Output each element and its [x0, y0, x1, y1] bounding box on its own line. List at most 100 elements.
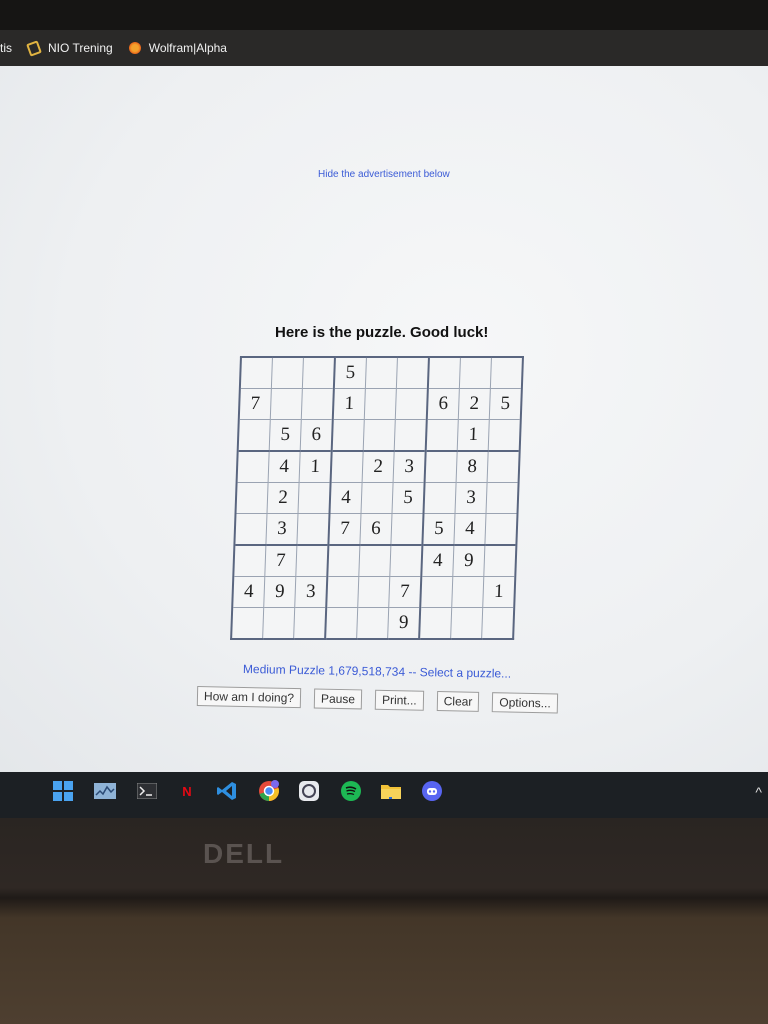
sudoku-cell[interactable]: [357, 576, 390, 608]
app-icon[interactable]: [298, 780, 320, 802]
sudoku-cell[interactable]: [330, 451, 364, 483]
sudoku-cell[interactable]: [490, 357, 523, 389]
sudoku-cell[interactable]: [365, 357, 398, 389]
sudoku-cell[interactable]: 5: [333, 357, 367, 389]
sudoku-cell[interactable]: [296, 513, 330, 545]
sudoku-cell[interactable]: 4: [268, 451, 301, 483]
terminal-icon[interactable]: [136, 780, 158, 802]
sudoku-cell[interactable]: 1: [457, 419, 490, 451]
sudoku-cell[interactable]: [394, 419, 427, 451]
sudoku-cell[interactable]: [239, 357, 273, 389]
pause-button[interactable]: Pause: [313, 688, 363, 710]
sudoku-cell[interactable]: [270, 388, 303, 420]
sudoku-cell[interactable]: [390, 513, 424, 545]
sudoku-cell[interactable]: 4: [232, 576, 265, 608]
sudoku-cell[interactable]: 4: [329, 482, 363, 514]
chrome-icon[interactable]: [258, 780, 280, 802]
sudoku-cell[interactable]: 7: [388, 576, 422, 608]
sudoku-cell[interactable]: 6: [300, 419, 333, 451]
sudoku-cell[interactable]: [326, 576, 359, 608]
sudoku-cell[interactable]: 6: [426, 388, 460, 420]
sudoku-cell[interactable]: [360, 482, 394, 514]
bookmark-truncated[interactable]: tis: [0, 41, 12, 55]
sudoku-cell[interactable]: 9: [387, 607, 421, 639]
sudoku-cell[interactable]: [293, 607, 327, 639]
netflix-icon[interactable]: N: [176, 780, 198, 802]
sudoku-cell[interactable]: [302, 357, 335, 389]
sudoku-cell[interactable]: [325, 607, 358, 639]
vscode-icon[interactable]: [216, 780, 238, 802]
sudoku-cell[interactable]: [297, 482, 331, 514]
sudoku-cell[interactable]: [451, 576, 484, 608]
sudoku-cell[interactable]: [295, 545, 329, 577]
sudoku-cell[interactable]: [485, 482, 519, 514]
bookmark-wolfram-alpha[interactable]: Wolfram|Alpha: [128, 41, 227, 55]
sudoku-cell[interactable]: 6: [359, 513, 392, 545]
chevron-up-icon[interactable]: ^: [755, 784, 762, 800]
sudoku-cell[interactable]: [237, 419, 271, 451]
sudoku-cell[interactable]: [425, 419, 459, 451]
sudoku-cell[interactable]: [450, 607, 483, 639]
sudoku-cell[interactable]: [327, 545, 360, 577]
sudoku-cell[interactable]: 9: [452, 545, 485, 577]
sudoku-cell[interactable]: [396, 357, 429, 389]
sudoku-cell[interactable]: 2: [362, 451, 395, 483]
sudoku-cell[interactable]: [483, 545, 517, 577]
sudoku-cell[interactable]: 5: [391, 482, 425, 514]
sudoku-cell[interactable]: 7: [238, 388, 272, 420]
sudoku-cell[interactable]: [488, 419, 521, 451]
sudoku-cell[interactable]: [331, 419, 365, 451]
sudoku-cell[interactable]: [363, 419, 396, 451]
sudoku-cell[interactable]: [235, 482, 269, 514]
sudoku-cell[interactable]: [236, 451, 270, 483]
clear-button[interactable]: Clear: [436, 691, 480, 712]
sudoku-cell[interactable]: [358, 545, 391, 577]
sudoku-cell[interactable]: [420, 576, 453, 608]
sudoku-cell[interactable]: 2: [458, 388, 491, 420]
sudoku-cell[interactable]: 1: [482, 576, 516, 608]
sudoku-cell[interactable]: 5: [489, 388, 522, 420]
sudoku-cell[interactable]: 1: [299, 451, 332, 483]
sudoku-cell[interactable]: [484, 513, 518, 545]
sudoku-cell[interactable]: [301, 388, 334, 420]
sudoku-cell[interactable]: [481, 607, 515, 639]
sudoku-cell[interactable]: 5: [422, 513, 455, 545]
sudoku-cell[interactable]: 3: [454, 482, 488, 514]
sudoku-cell[interactable]: 8: [456, 451, 489, 483]
sudoku-cell[interactable]: [231, 607, 264, 639]
sudoku-cell[interactable]: [395, 388, 428, 420]
sudoku-cell[interactable]: [271, 357, 304, 389]
sudoku-cell[interactable]: [234, 513, 267, 545]
sudoku-cell[interactable]: [423, 482, 457, 514]
sudoku-cell[interactable]: [364, 388, 397, 420]
sudoku-cell[interactable]: [262, 607, 295, 639]
sudoku-cell[interactable]: 7: [328, 513, 361, 545]
print-button[interactable]: Print...: [374, 689, 424, 711]
sudoku-cell[interactable]: 3: [265, 513, 298, 545]
sudoku-cell[interactable]: 2: [266, 482, 300, 514]
sudoku-cell[interactable]: 3: [393, 451, 426, 483]
bookmark-nio-trening[interactable]: NIO Trening: [26, 39, 113, 57]
sudoku-cell[interactable]: [356, 607, 389, 639]
options-button[interactable]: Options...: [492, 692, 558, 714]
sudoku-cell[interactable]: [459, 357, 492, 389]
sudoku-cell[interactable]: [389, 545, 423, 577]
how-am-i-doing-button[interactable]: How am I doing?: [196, 686, 302, 709]
hide-ad-link[interactable]: Hide the advertisement below: [318, 169, 450, 180]
puzzle-info-link[interactable]: Medium Puzzle 1,679,518,734 -- Select a …: [243, 662, 511, 681]
sudoku-cell[interactable]: 9: [263, 576, 296, 608]
sudoku-cell[interactable]: 4: [421, 545, 454, 577]
sudoku-cell[interactable]: 7: [264, 545, 297, 577]
task-manager-icon[interactable]: [94, 780, 116, 802]
sudoku-cell[interactable]: [427, 357, 461, 389]
sudoku-cell[interactable]: [233, 545, 266, 577]
sudoku-cell[interactable]: 5: [269, 419, 302, 451]
sudoku-cell[interactable]: [487, 451, 520, 483]
windows-start-icon[interactable]: [52, 780, 74, 802]
sudoku-cell[interactable]: [419, 607, 452, 639]
spotify-icon[interactable]: [340, 780, 362, 802]
sudoku-cell[interactable]: 4: [453, 513, 486, 545]
discord-icon[interactable]: [421, 780, 443, 802]
sudoku-cell[interactable]: 1: [332, 388, 366, 420]
file-explorer-icon[interactable]: [380, 780, 402, 802]
